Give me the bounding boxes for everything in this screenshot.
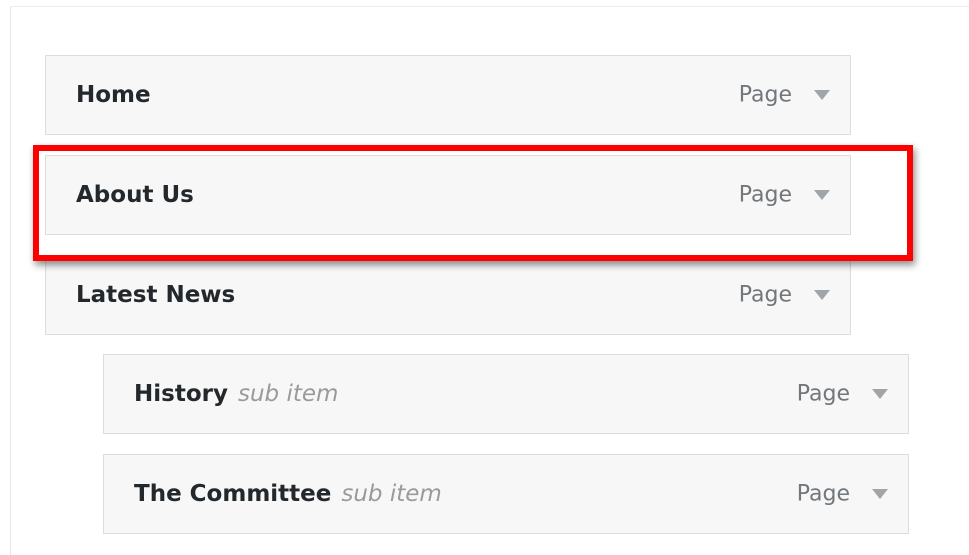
triangle-down-icon[interactable] [814,290,830,300]
menu-item-history[interactable]: History sub item Page [103,354,909,434]
menu-item-type: Page [738,282,792,308]
menu-item-title: History sub item [134,381,338,407]
menu-item-the-committee[interactable]: The Committee sub item Page [103,454,909,534]
menu-item-label: History [134,381,228,407]
menu-structure-screenshot: Home Page About Us Page Latest News Page… [0,0,969,555]
triangle-down-icon[interactable] [872,489,888,499]
menu-item-home[interactable]: Home Page [45,55,851,135]
menu-item-latest-news[interactable]: Latest News Page [45,255,851,335]
triangle-down-icon[interactable] [814,90,830,100]
menu-item-label: The Committee [134,481,332,507]
menu-item-title: Home [76,82,151,108]
menu-item-type: Page [738,82,792,108]
menu-item-title: The Committee sub item [134,481,442,507]
highlight-box [33,145,913,261]
menu-item-type: Page [796,381,850,407]
triangle-down-icon[interactable] [872,389,888,399]
menu-item-title: Latest News [76,282,235,308]
menu-item-label: Latest News [76,282,236,308]
menu-item-label: Home [76,82,151,108]
sub-item-label: sub item [341,481,442,507]
menu-item-type: Page [796,481,850,507]
sub-item-label: sub item [237,381,339,407]
